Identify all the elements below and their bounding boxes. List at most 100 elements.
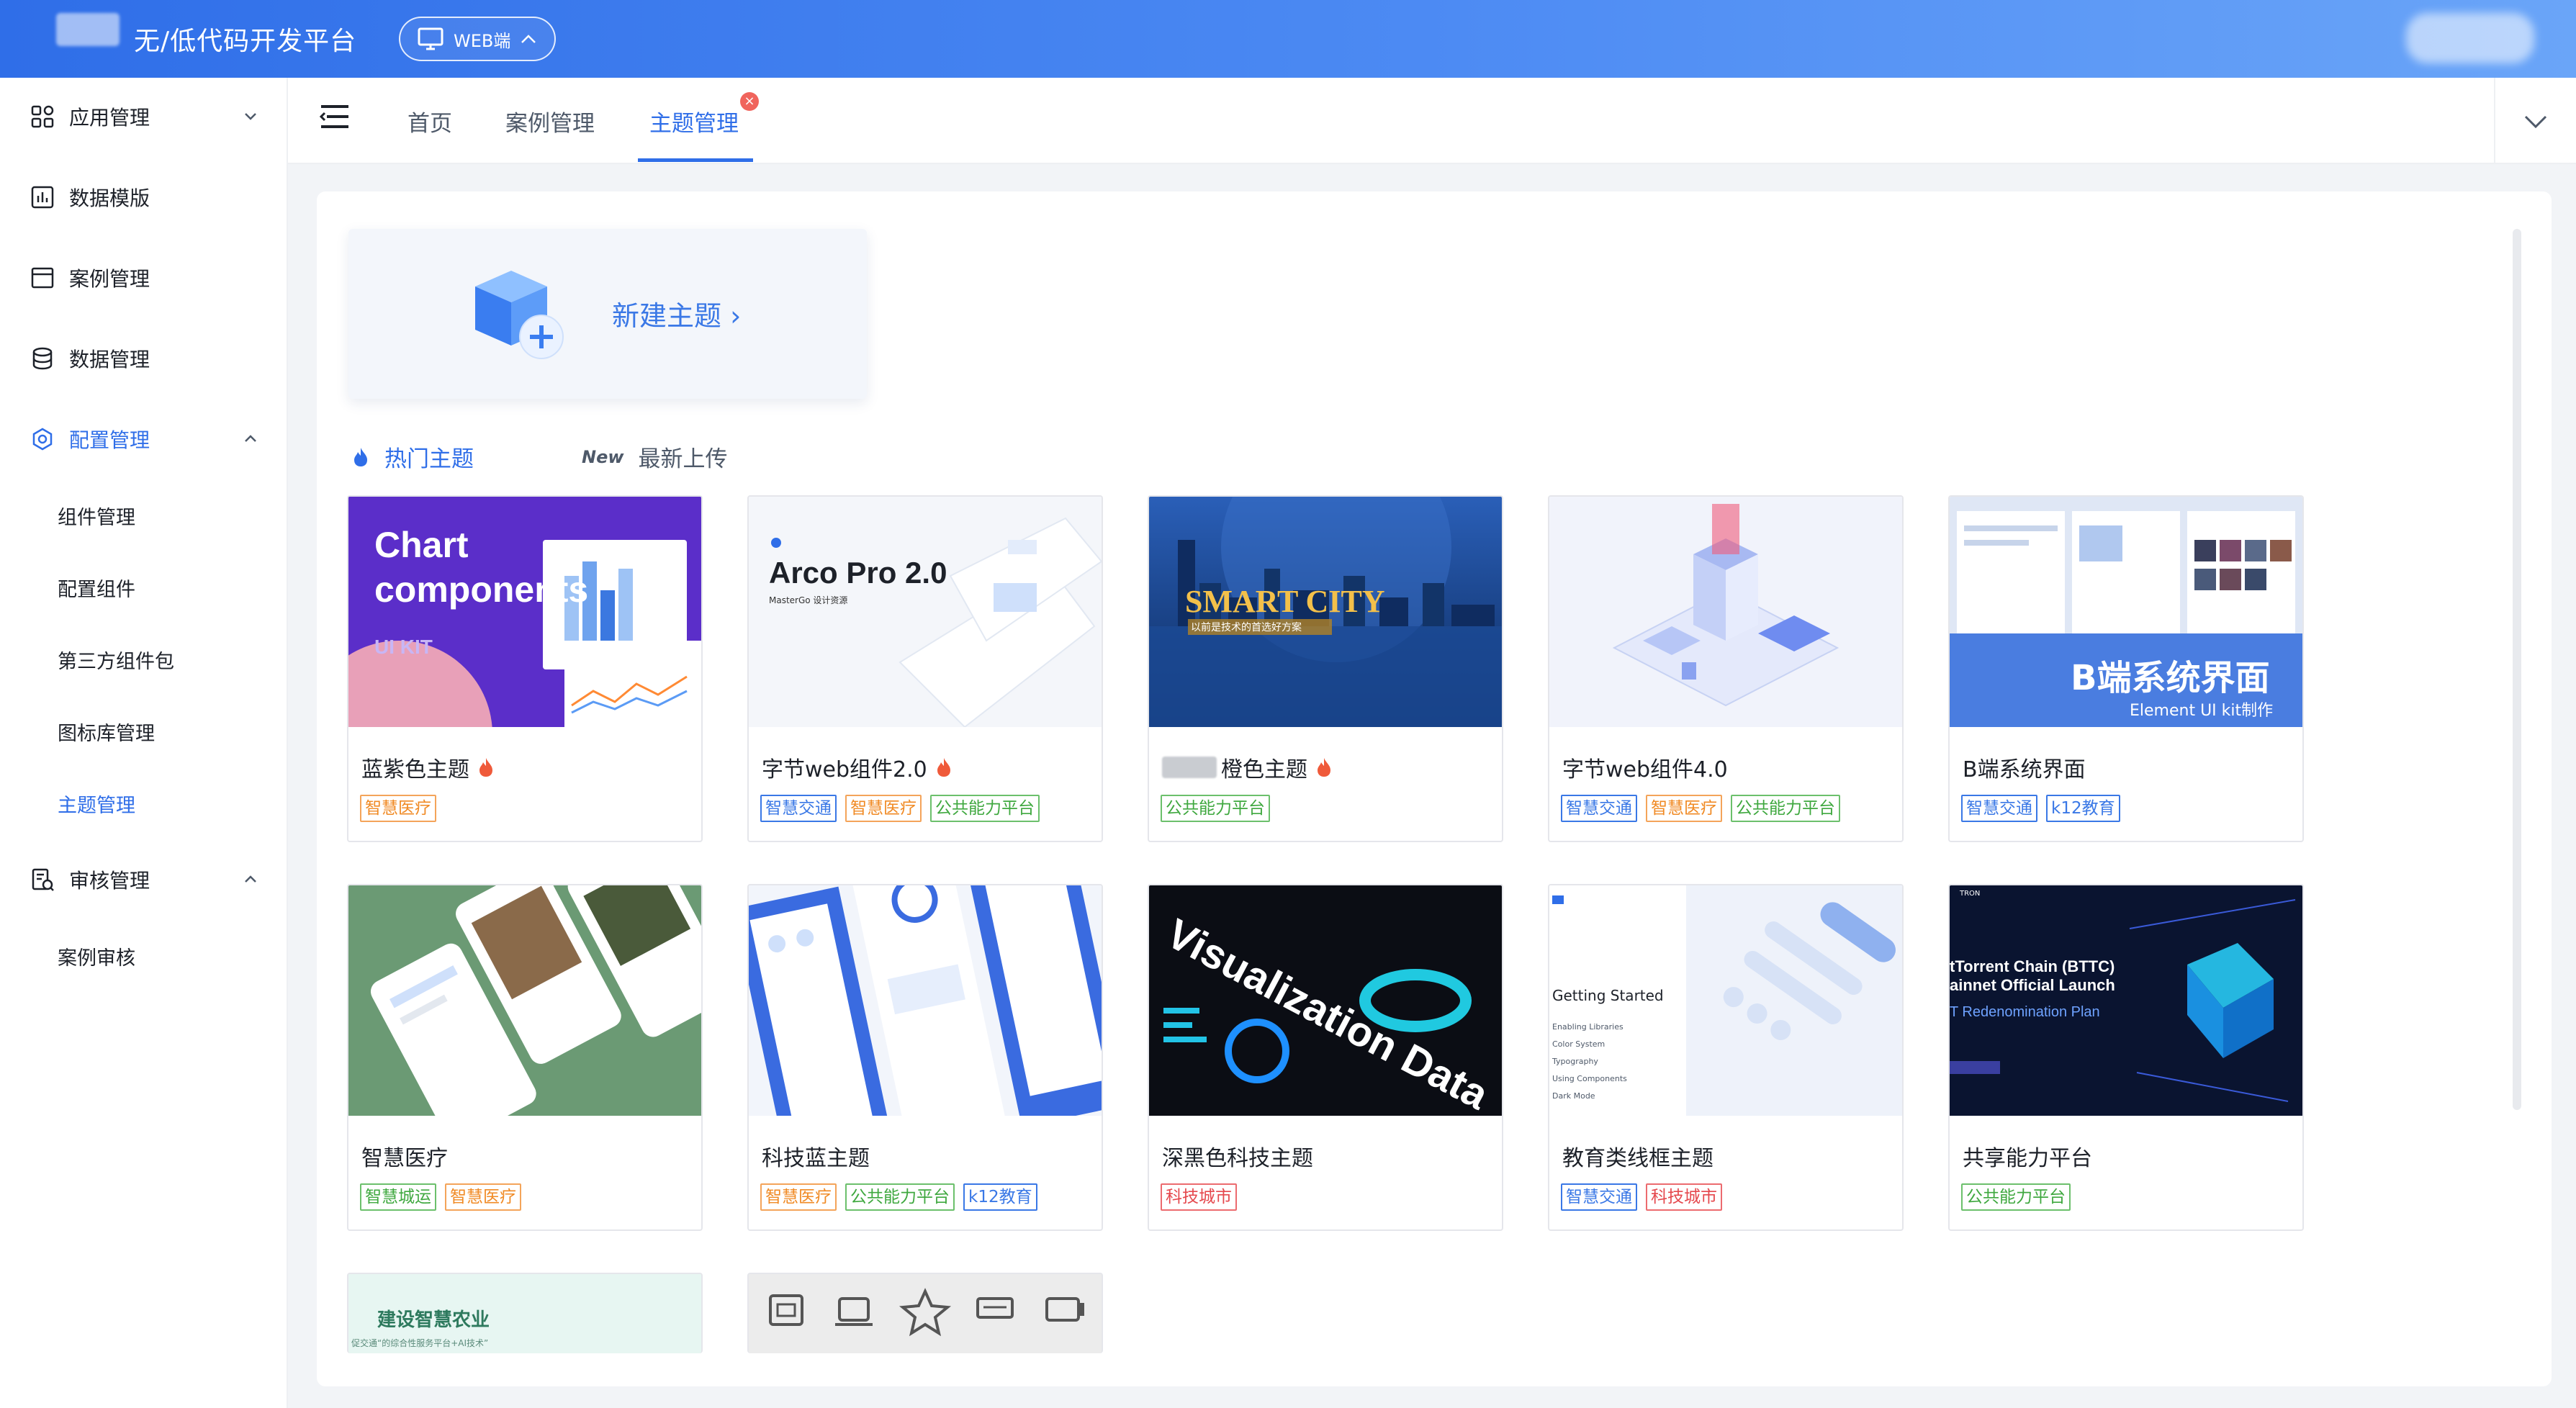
- tag: k12教育: [2046, 795, 2120, 822]
- filter-latest-upload[interactable]: New 最新上传: [582, 441, 728, 473]
- theme-card[interactable]: Getting Started Enabling Libraries Color…: [1548, 884, 1904, 1231]
- theme-card[interactable]: 建设智慧农业 促交通“的综合性服务平台+AI技术”: [347, 1273, 703, 1353]
- svg-text:Enabling Libraries: Enabling Libraries: [1552, 1022, 1623, 1032]
- theme-thumbnail: 建设智慧农业 促交通“的综合性服务平台+AI技术”: [348, 1274, 701, 1353]
- svg-text:Using Components: Using Components: [1552, 1074, 1627, 1083]
- new-badge: New: [582, 446, 624, 467]
- theme-card[interactable]: B端系统界面 Element UI kit制作 B端系统界面 智慧交通 k12教…: [1948, 495, 2304, 842]
- svg-text:Color System: Color System: [1552, 1039, 1605, 1049]
- scrollbar[interactable]: [2513, 229, 2521, 1110]
- theme-thumbnail: Chart components UI KIT: [348, 497, 701, 727]
- sidebar-item-data-template[interactable]: 数据模版: [0, 168, 288, 226]
- svg-text:T Redenomination Plan: T Redenomination Plan: [1950, 1004, 2100, 1020]
- close-icon[interactable]: ×: [740, 92, 759, 111]
- sidebar-item-app-management[interactable]: 应用管理: [0, 88, 288, 145]
- sidebar-subitem-component-management[interactable]: 组件管理: [0, 489, 288, 541]
- theme-tags: 智慧医疗: [360, 795, 445, 822]
- sidebar-item-review-management[interactable]: 审核管理: [0, 851, 288, 908]
- theme-tags: 智慧交通 科技城市: [1561, 1183, 1731, 1211]
- tag: 公共能力平台: [1731, 795, 1840, 822]
- chevron-up-icon: [245, 435, 256, 442]
- tag: 智慧交通: [1561, 795, 1637, 822]
- svg-text:Typography: Typography: [1552, 1057, 1598, 1066]
- thumb-subtitle: components: [374, 569, 588, 610]
- thumb-title: tTorrent Chain (BTTC): [1950, 957, 2115, 975]
- avatar[interactable]: [2406, 13, 2534, 63]
- thumb-subtitle: Element UI kit制作: [2130, 702, 2273, 720]
- monitor-icon: [418, 27, 443, 50]
- theme-name: 蓝紫色主题: [361, 752, 495, 783]
- tab-home[interactable]: 首页: [407, 105, 452, 137]
- chevron-up-icon: [245, 875, 256, 883]
- tag: 智慧医疗: [760, 1183, 837, 1211]
- sidebar-item-label: 数据模版: [69, 186, 150, 210]
- theme-card[interactable]: 智慧医疗 智慧城运 智慧医疗: [347, 884, 703, 1231]
- tab-case-management[interactable]: 案例管理: [505, 105, 595, 137]
- theme-card[interactable]: TRON tTorrent Chain (BTTC) ainnet Offici…: [1948, 884, 2304, 1231]
- flame-icon: [354, 447, 367, 466]
- theme-name: 智慧医疗: [361, 1146, 448, 1171]
- tag: 科技城市: [1161, 1183, 1237, 1211]
- sidebar-subitem-case-review[interactable]: 案例审核: [0, 930, 288, 982]
- theme-thumbnail: [749, 885, 1102, 1116]
- sidebar-subitem-theme-management[interactable]: 主题管理: [0, 777, 288, 829]
- thumb-caption: UI KIT: [374, 636, 433, 658]
- theme-name: 科技蓝主题: [762, 1146, 870, 1171]
- theme-card[interactable]: 科技蓝主题 智慧医疗 公共能力平台 k12教育: [747, 884, 1103, 1231]
- menu-fold-icon[interactable]: [320, 104, 350, 130]
- top-header: 无/低代码开发平台 WEB端: [0, 0, 2576, 78]
- tag: 智慧交通: [760, 795, 837, 822]
- thumb-title: Getting Started: [1552, 987, 1664, 1004]
- sidebar-subitem-config-component[interactable]: 配置组件: [0, 561, 288, 613]
- sidebar-item-data-management[interactable]: 数据管理: [0, 330, 288, 387]
- thumb-title: Chart: [374, 525, 469, 565]
- sidebar-item-label: 案例管理: [69, 267, 150, 291]
- theme-card[interactable]: [747, 1273, 1103, 1353]
- theme-name: 教育类线框主题: [1562, 1146, 1713, 1171]
- theme-name: 共享能力平台: [1963, 1146, 2092, 1171]
- theme-card[interactable]: Chart components UI KIT 蓝紫色主题 智慧医疗: [347, 495, 703, 842]
- tag: 公共能力平台: [845, 1183, 955, 1211]
- filter-hot-themes[interactable]: 热门主题: [351, 441, 474, 473]
- theme-thumbnail: [348, 885, 701, 1116]
- sidebar-item-config-management[interactable]: 配置管理: [0, 410, 288, 468]
- review-icon: [29, 866, 56, 893]
- theme-card[interactable]: SMART CITY 以前是技术的首选好方案 橙色主题 公共能力平台: [1148, 495, 1503, 842]
- theme-thumbnail: B端系统界面 Element UI kit制作: [1950, 497, 2302, 727]
- theme-card[interactable]: Visualization Data 深黑色科技主题 科技城市: [1148, 884, 1503, 1231]
- tag: 智慧医疗: [845, 795, 922, 822]
- filter-hot-label: 热门主题: [384, 446, 474, 472]
- sidebar-subitem-icon-library[interactable]: 图标库管理: [0, 705, 288, 757]
- theme-card[interactable]: Arco Pro 2.0 MasterGo 设计资源 字节web组件2.0 智慧…: [747, 495, 1103, 842]
- filter-latest-label: 最新上传: [638, 446, 728, 472]
- theme-thumbnail: Getting Started Enabling Libraries Color…: [1549, 885, 1902, 1116]
- cube-add-icon: [475, 271, 564, 359]
- sidebar-item-case-management[interactable]: 案例管理: [0, 249, 288, 307]
- theme-tags: 智慧交通 智慧医疗 公共能力平台: [1561, 795, 1849, 822]
- theme-tags: 智慧城运 智慧医疗: [360, 1183, 530, 1211]
- sidebar-subitem-third-party-package[interactable]: 第三方组件包: [0, 633, 288, 685]
- thumb-subtitle: 以前是技术的首选好方案: [1191, 621, 1302, 633]
- theme-name: 字节web组件4.0: [1562, 757, 1728, 782]
- thumb-subtitle: MasterGo 设计资源: [769, 595, 847, 605]
- platform-switch[interactable]: WEB端: [399, 17, 556, 61]
- svg-text:Dark Mode: Dark Mode: [1552, 1091, 1595, 1101]
- chevron-down-icon[interactable]: [2520, 107, 2552, 135]
- tag: 公共能力平台: [930, 795, 1040, 822]
- flame-icon: [479, 758, 492, 777]
- active-tab-indicator: [638, 158, 753, 162]
- settings-icon: [29, 425, 56, 453]
- tag: 智慧医疗: [445, 1183, 521, 1211]
- new-theme-button[interactable]: 新建主题 ›: [348, 229, 867, 399]
- theme-card[interactable]: 字节web组件4.0 智慧交通 智慧医疗 公共能力平台: [1548, 495, 1904, 842]
- theme-tags: 智慧交通 智慧医疗 公共能力平台: [760, 795, 1048, 822]
- svg-text:促交通“的综合性服务平台+AI技术”: 促交通“的综合性服务平台+AI技术”: [351, 1337, 488, 1348]
- tab-theme-management[interactable]: 主题管理: [649, 105, 739, 137]
- theme-name: B端系统界面: [1963, 757, 2086, 782]
- theme-tags: 公共能力平台: [1961, 1183, 2079, 1211]
- window-icon: [29, 264, 56, 292]
- app-title: 无/低代码开发平台: [134, 27, 357, 56]
- platform-label: WEB端: [454, 30, 511, 51]
- tag: 智慧交通: [1561, 1183, 1637, 1211]
- tag: 智慧交通: [1961, 795, 2037, 822]
